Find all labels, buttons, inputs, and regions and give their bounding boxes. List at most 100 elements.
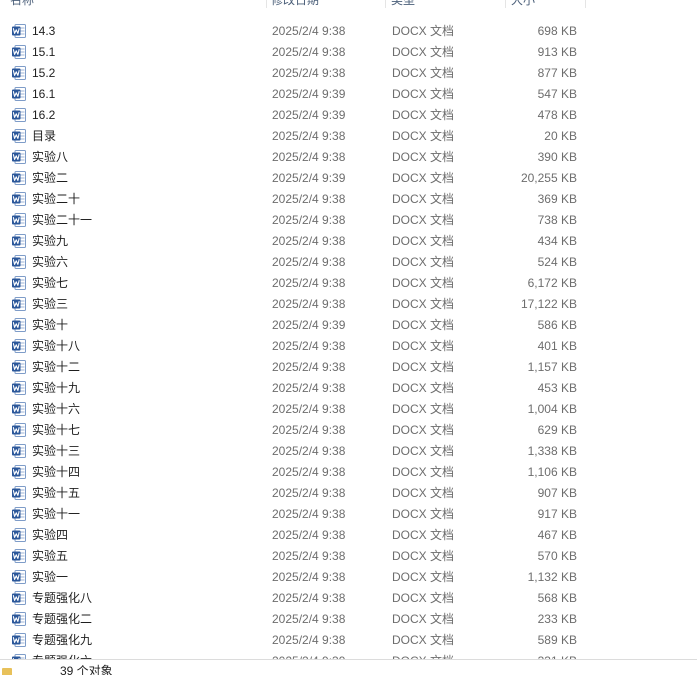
- file-row[interactable]: 实验十六 2025/2/4 9:38 DOCX 文档 1,004 KB: [0, 399, 697, 420]
- file-size: 1,132 KB: [527, 570, 577, 584]
- file-type: DOCX 文档: [392, 339, 455, 353]
- file-row[interactable]: 实验六 2025/2/4 9:38 DOCX 文档 524 KB: [0, 252, 697, 273]
- word-docx-icon: [12, 570, 26, 584]
- file-type: DOCX 文档: [392, 45, 455, 59]
- file-row[interactable]: 目录 2025/2/4 9:38 DOCX 文档 20 KB: [0, 126, 697, 147]
- file-type: DOCX 文档: [392, 255, 455, 269]
- file-modified-date: 2025/2/4 9:38: [272, 423, 346, 437]
- file-modified-date: 2025/2/4 9:38: [272, 486, 346, 500]
- file-modified-date: 2025/2/4 9:39: [272, 87, 346, 101]
- file-row[interactable]: 实验十三 2025/2/4 9:38 DOCX 文档 1,338 KB: [0, 441, 697, 462]
- file-row[interactable]: 15.2 2025/2/4 9:38 DOCX 文档 877 KB: [0, 63, 697, 84]
- file-name: 实验六: [32, 255, 69, 269]
- file-modified-date: 2025/2/4 9:38: [272, 234, 346, 248]
- file-type: DOCX 文档: [392, 444, 455, 458]
- file-size: 1,157 KB: [527, 360, 577, 374]
- file-name: 实验十四: [32, 465, 81, 479]
- file-name: 实验十七: [32, 423, 81, 437]
- file-size: 1,004 KB: [527, 402, 577, 416]
- column-divider[interactable]: [585, 0, 586, 8]
- file-size: 390 KB: [537, 150, 577, 164]
- file-size: 698 KB: [537, 24, 577, 38]
- file-row[interactable]: 实验七 2025/2/4 9:38 DOCX 文档 6,172 KB: [0, 273, 697, 294]
- file-name: 实验二十: [32, 192, 81, 206]
- file-row[interactable]: 14.3 2025/2/4 9:38 DOCX 文档 698 KB: [0, 21, 697, 42]
- item-count: 39 个对象: [60, 664, 113, 675]
- file-row[interactable]: 实验十八 2025/2/4 9:38 DOCX 文档 401 KB: [0, 336, 697, 357]
- word-docx-icon: [12, 507, 26, 521]
- file-size: 20 KB: [544, 129, 577, 143]
- file-modified-date: 2025/2/4 9:38: [272, 45, 346, 59]
- file-row[interactable]: 实验十 2025/2/4 9:39 DOCX 文档 586 KB: [0, 315, 697, 336]
- file-modified-date: 2025/2/4 9:38: [272, 528, 346, 542]
- word-docx-icon: [12, 171, 26, 185]
- file-type: DOCX 文档: [392, 150, 455, 164]
- file-row[interactable]: 实验一 2025/2/4 9:38 DOCX 文档 1,132 KB: [0, 567, 697, 588]
- column-header-type[interactable]: 类型: [391, 0, 415, 11]
- file-row[interactable]: 15.1 2025/2/4 9:38 DOCX 文档 913 KB: [0, 42, 697, 63]
- file-modified-date: 2025/2/4 9:38: [272, 213, 346, 227]
- file-row[interactable]: 专题强化二 2025/2/4 9:38 DOCX 文档 233 KB: [0, 609, 697, 630]
- file-row[interactable]: 专题强化八 2025/2/4 9:38 DOCX 文档 568 KB: [0, 588, 697, 609]
- file-modified-date: 2025/2/4 9:38: [272, 465, 346, 479]
- word-docx-icon: [12, 192, 26, 206]
- file-row[interactable]: 实验十七 2025/2/4 9:38 DOCX 文档 629 KB: [0, 420, 697, 441]
- column-header-row: 名称 修改日期 类型 大小: [0, 0, 697, 11]
- file-list: 14.3 2025/2/4 9:38 DOCX 文档 698 KB 15.1 2025/2…: [0, 21, 697, 659]
- word-docx-icon: [12, 465, 26, 479]
- file-row[interactable]: 实验十五 2025/2/4 9:38 DOCX 文档 907 KB: [0, 483, 697, 504]
- file-type: DOCX 文档: [392, 108, 455, 122]
- file-size: 369 KB: [537, 192, 577, 206]
- file-row[interactable]: 实验十一 2025/2/4 9:38 DOCX 文档 917 KB: [0, 504, 697, 525]
- word-docx-icon: [12, 402, 26, 416]
- file-row[interactable]: 实验五 2025/2/4 9:38 DOCX 文档 570 KB: [0, 546, 697, 567]
- file-size: 453 KB: [537, 381, 577, 395]
- file-row[interactable]: 实验二十一 2025/2/4 9:38 DOCX 文档 738 KB: [0, 210, 697, 231]
- word-docx-icon: [12, 612, 26, 626]
- column-divider[interactable]: [266, 0, 267, 8]
- file-row[interactable]: 实验九 2025/2/4 9:38 DOCX 文档 434 KB: [0, 231, 697, 252]
- file-type: DOCX 文档: [392, 549, 455, 563]
- file-row[interactable]: 实验十二 2025/2/4 9:38 DOCX 文档 1,157 KB: [0, 357, 697, 378]
- file-row[interactable]: 实验八 2025/2/4 9:38 DOCX 文档 390 KB: [0, 147, 697, 168]
- word-docx-icon: [12, 633, 26, 647]
- word-docx-icon: [12, 108, 26, 122]
- file-size: 570 KB: [537, 549, 577, 563]
- file-size: 1,338 KB: [527, 444, 577, 458]
- column-divider[interactable]: [505, 0, 506, 8]
- file-row[interactable]: 实验二 2025/2/4 9:39 DOCX 文档 20,255 KB: [0, 168, 697, 189]
- file-type: DOCX 文档: [392, 297, 455, 311]
- file-type: DOCX 文档: [392, 465, 455, 479]
- file-row[interactable]: 专题强化六 2025/2/4 9:39 DOCX 文档 331 KB: [0, 651, 697, 659]
- file-name: 目录: [32, 129, 57, 143]
- file-size: 907 KB: [537, 486, 577, 500]
- file-modified-date: 2025/2/4 9:38: [272, 339, 346, 353]
- column-header-size[interactable]: 大小: [511, 0, 535, 11]
- file-size: 589 KB: [537, 633, 577, 647]
- file-modified-date: 2025/2/4 9:38: [272, 549, 346, 563]
- file-type: DOCX 文档: [392, 66, 455, 80]
- file-row[interactable]: 实验四 2025/2/4 9:38 DOCX 文档 467 KB: [0, 525, 697, 546]
- file-row[interactable]: 实验二十 2025/2/4 9:38 DOCX 文档 369 KB: [0, 189, 697, 210]
- file-row[interactable]: 16.1 2025/2/4 9:39 DOCX 文档 547 KB: [0, 84, 697, 105]
- column-header-modified[interactable]: 修改日期: [271, 0, 319, 11]
- file-modified-date: 2025/2/4 9:38: [272, 24, 346, 38]
- word-docx-icon: [12, 486, 26, 500]
- word-docx-icon: [12, 24, 26, 38]
- file-row[interactable]: 16.2 2025/2/4 9:39 DOCX 文档 478 KB: [0, 105, 697, 126]
- file-row[interactable]: 专题强化九 2025/2/4 9:38 DOCX 文档 589 KB: [0, 630, 697, 651]
- file-modified-date: 2025/2/4 9:38: [272, 360, 346, 374]
- file-name: 16.2: [32, 108, 56, 122]
- file-size: 913 KB: [537, 45, 577, 59]
- file-type: DOCX 文档: [392, 129, 455, 143]
- file-name: 实验十二: [32, 360, 81, 374]
- file-modified-date: 2025/2/4 9:38: [272, 444, 346, 458]
- word-docx-icon: [12, 45, 26, 59]
- word-docx-icon: [12, 87, 26, 101]
- file-row[interactable]: 实验三 2025/2/4 9:38 DOCX 文档 17,122 KB: [0, 294, 697, 315]
- file-type: DOCX 文档: [392, 402, 455, 416]
- file-row[interactable]: 实验十四 2025/2/4 9:38 DOCX 文档 1,106 KB: [0, 462, 697, 483]
- column-divider[interactable]: [385, 0, 386, 8]
- file-row[interactable]: 实验十九 2025/2/4 9:38 DOCX 文档 453 KB: [0, 378, 697, 399]
- column-header-name[interactable]: 名称: [10, 0, 34, 11]
